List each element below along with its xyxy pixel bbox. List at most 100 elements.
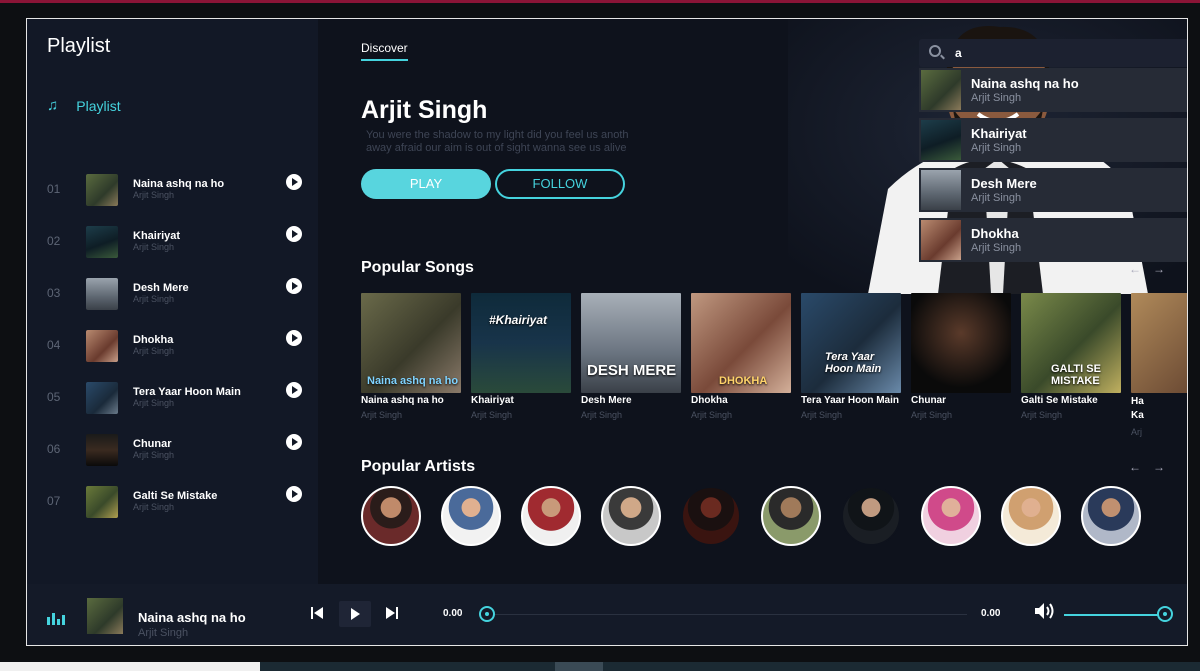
result-title: Dhokha bbox=[971, 226, 1019, 241]
track-number: 03 bbox=[47, 286, 61, 300]
song-title: Dhokha bbox=[691, 395, 728, 406]
search-result[interactable]: Desh Mere Arjit Singh bbox=[919, 168, 1187, 212]
song-card[interactable]: Chunar Arjit Singh bbox=[911, 293, 1011, 420]
play-circle-icon[interactable] bbox=[286, 278, 302, 294]
next-track-icon[interactable] bbox=[385, 606, 399, 620]
taskbar-app-chip[interactable] bbox=[555, 662, 603, 671]
volume-icon[interactable] bbox=[1033, 601, 1057, 621]
play-pause-button[interactable] bbox=[339, 601, 371, 627]
song-title: Khairiyat bbox=[471, 395, 514, 406]
popular-artists-arrows: ← → bbox=[1129, 460, 1165, 474]
now-playing-thumbnail bbox=[87, 598, 123, 634]
artist-name: Arjit Singh bbox=[361, 96, 488, 124]
track-title: Naina ashq na ho bbox=[133, 178, 225, 190]
sidebar-title: Playlist bbox=[47, 35, 111, 57]
track-number: 04 bbox=[47, 338, 61, 352]
avatar[interactable] bbox=[441, 486, 501, 546]
play-circle-icon[interactable] bbox=[286, 486, 302, 502]
track-artist: Arjit Singh bbox=[133, 294, 175, 304]
play-button[interactable]: PLAY bbox=[361, 169, 491, 199]
sidebar-item-label: Playlist bbox=[76, 97, 121, 114]
now-playing-artist: Arjit Singh bbox=[138, 627, 189, 639]
track-thumbnail bbox=[86, 226, 118, 258]
playlist-row[interactable]: 05 Tera Yaar Hoon Main Arjit Singh bbox=[27, 378, 318, 418]
os-taskbar bbox=[0, 662, 1200, 671]
song-title: Chunar bbox=[911, 395, 946, 406]
track-title: Khairiyat bbox=[133, 230, 181, 242]
play-circle-icon[interactable] bbox=[286, 330, 302, 346]
song-cover: GALTI SE MISTAKE bbox=[1021, 293, 1121, 393]
result-title: Naina ashq na ho bbox=[971, 76, 1079, 91]
search-result[interactable]: Khairiyat Arjit Singh bbox=[919, 118, 1187, 162]
now-playing-title: Naina ashq na ho bbox=[138, 610, 246, 625]
popular-songs-arrows: ← → bbox=[1129, 262, 1165, 276]
song-cover bbox=[1131, 293, 1187, 393]
avatar[interactable] bbox=[1001, 486, 1061, 546]
seek-handle[interactable] bbox=[479, 606, 495, 622]
arrow-right-icon[interactable]: → bbox=[1153, 262, 1165, 276]
song-title: Tera Yaar Hoon Main bbox=[801, 395, 899, 406]
arrow-right-icon[interactable]: → bbox=[1153, 460, 1165, 474]
song-cover: #Khairiyat bbox=[471, 293, 571, 393]
song-card[interactable]: DHOKHA Dhokha Arjit Singh bbox=[691, 293, 791, 420]
play-circle-icon[interactable] bbox=[286, 434, 302, 450]
playlist-row[interactable]: 06 Chunar Arjit Singh bbox=[27, 430, 318, 470]
song-card[interactable]: DESH MERE Desh Mere Arjit Singh bbox=[581, 293, 681, 420]
avatar[interactable] bbox=[841, 486, 901, 546]
play-icon bbox=[351, 608, 360, 620]
popular-artists-title: Popular Artists bbox=[361, 458, 476, 475]
arrow-left-icon[interactable]: ← bbox=[1129, 262, 1141, 276]
track-thumbnail bbox=[86, 434, 118, 466]
track-title: Dhokha bbox=[133, 334, 174, 346]
playlist-row[interactable]: 02 Khairiyat Arjit Singh bbox=[27, 222, 318, 262]
playlist-row[interactable]: 03 Desh Mere Arjit Singh bbox=[27, 274, 318, 314]
cover-text: #Khairiyat bbox=[489, 313, 548, 327]
seek-bar[interactable] bbox=[487, 614, 967, 615]
search-result[interactable]: Naina ashq na ho Arjit Singh bbox=[919, 68, 1187, 112]
avatar[interactable] bbox=[1081, 486, 1141, 546]
result-artist: Arjit Singh bbox=[971, 242, 1022, 254]
cover-text: GALTI SE MISTAKE bbox=[1051, 363, 1101, 387]
avatar[interactable] bbox=[521, 486, 581, 546]
track-artist: Arjit Singh bbox=[133, 190, 175, 200]
window-top-stripe bbox=[0, 0, 1200, 3]
app-window: Playlist ♫ Playlist 01 Naina ashq na ho … bbox=[26, 18, 1188, 646]
music-note-icon: ♫ bbox=[47, 97, 59, 114]
search-input[interactable] bbox=[955, 43, 1187, 63]
avatar[interactable] bbox=[921, 486, 981, 546]
play-circle-icon[interactable] bbox=[286, 226, 302, 242]
song-cover: DHOKHA bbox=[691, 293, 791, 393]
song-artist: Arj bbox=[1131, 427, 1142, 437]
playlist-row[interactable]: 07 Galti Se Mistake Arjit Singh bbox=[27, 482, 318, 522]
volume-handle[interactable] bbox=[1157, 606, 1173, 622]
avatar[interactable] bbox=[761, 486, 821, 546]
volume-slider[interactable] bbox=[1064, 614, 1164, 616]
song-card[interactable]: GALTI SE MISTAKE Galti Se Mistake Arjit … bbox=[1021, 293, 1121, 420]
song-card[interactable]: #Khairiyat Khairiyat Arjit Singh bbox=[471, 293, 571, 420]
song-title: Naina ashq na ho bbox=[361, 395, 444, 406]
sidebar-item-playlist[interactable]: ♫ Playlist bbox=[47, 97, 121, 114]
song-card[interactable]: Naina ashq na ho Naina ashq na ho Arjit … bbox=[361, 293, 461, 420]
song-cover: DESH MERE bbox=[581, 293, 681, 393]
previous-track-icon[interactable] bbox=[310, 606, 324, 620]
avatar[interactable] bbox=[681, 486, 741, 546]
current-time: 0.00 bbox=[443, 608, 463, 619]
song-artist: Arjit Singh bbox=[911, 410, 953, 420]
search-result[interactable]: Dhokha Arjit Singh bbox=[919, 218, 1187, 262]
avatar[interactable] bbox=[361, 486, 421, 546]
cover-text: Tera Yaar Hoon Main bbox=[825, 351, 882, 375]
play-circle-icon[interactable] bbox=[286, 382, 302, 398]
song-card[interactable]: Tera Yaar Hoon Main Tera Yaar Hoon Main … bbox=[801, 293, 901, 420]
playlist-row[interactable]: 01 Naina ashq na ho Arjit Singh bbox=[27, 170, 318, 210]
song-card[interactable]: Ha Ka Arj bbox=[1131, 293, 1187, 437]
search-bar[interactable] bbox=[919, 39, 1187, 67]
arrow-left-icon[interactable]: ← bbox=[1129, 460, 1141, 474]
tab-discover[interactable]: Discover bbox=[361, 41, 408, 61]
song-title: Galti Se Mistake bbox=[1021, 395, 1098, 406]
result-artist: Arjit Singh bbox=[971, 192, 1022, 204]
playlist-row[interactable]: 04 Dhokha Arjit Singh bbox=[27, 326, 318, 366]
avatar[interactable] bbox=[601, 486, 661, 546]
follow-button[interactable]: FOLLOW bbox=[495, 169, 625, 199]
play-circle-icon[interactable] bbox=[286, 174, 302, 190]
song-cover: Naina ashq na ho bbox=[361, 293, 461, 393]
